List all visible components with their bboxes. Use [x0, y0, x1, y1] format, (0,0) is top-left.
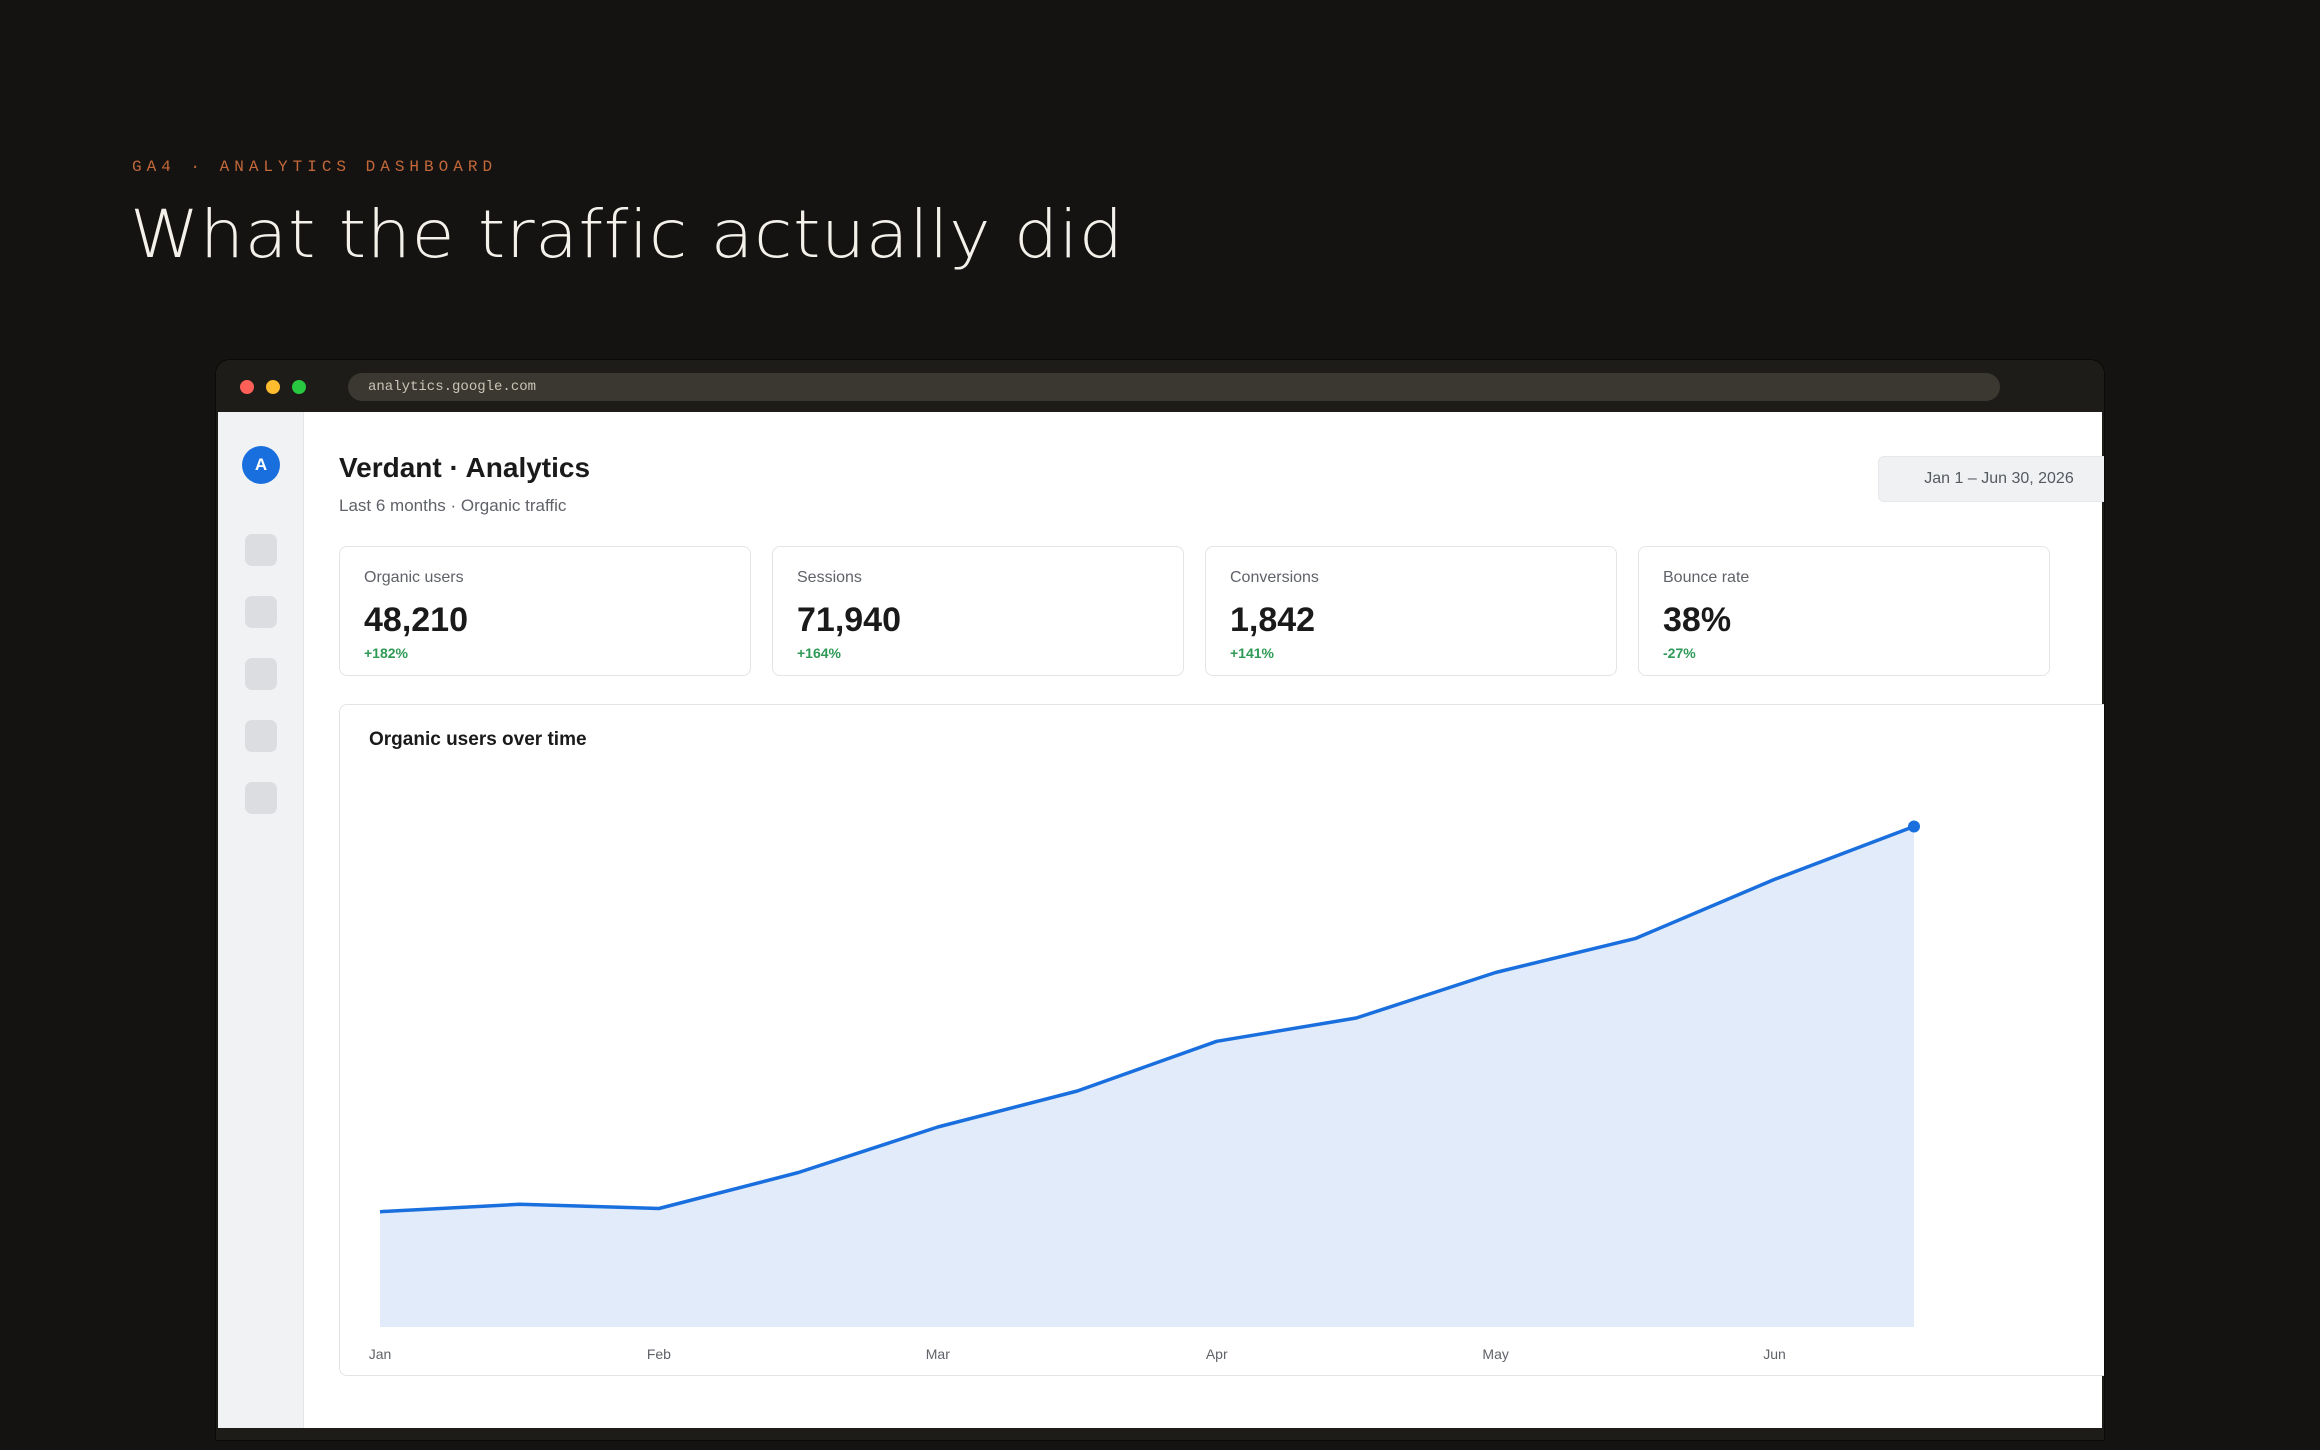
- page-title: Verdant · Analytics: [339, 452, 591, 483]
- area-fill: [380, 826, 1914, 1327]
- sidebar-item-4[interactable]: [245, 720, 277, 752]
- browser-chrome: analytics.google.com: [216, 360, 2104, 412]
- kpi-value: 1,842: [1230, 601, 1316, 639]
- kpi-value: 48,210: [364, 601, 468, 639]
- sidebar-item-3[interactable]: [245, 658, 277, 690]
- x-tick-label: Apr: [1206, 1346, 1228, 1362]
- main-content: Verdant · Analytics Last 6 months · Orga…: [304, 412, 2104, 1428]
- page-subtitle: Last 6 months · Organic traffic: [339, 496, 567, 515]
- maximize-window-button[interactable]: [292, 380, 306, 394]
- sidebar: A: [218, 412, 304, 1428]
- kpi-delta: -27%: [1663, 645, 1696, 661]
- x-tick-label: Feb: [647, 1346, 671, 1362]
- kpi-label: Organic users: [364, 569, 464, 586]
- sidebar-item-2[interactable]: [245, 596, 277, 628]
- x-tick-label: May: [1482, 1346, 1508, 1362]
- kpi-delta: +182%: [364, 645, 408, 661]
- address-bar[interactable]: analytics.google.com: [348, 373, 2000, 401]
- kpi-card-organic-users[interactable]: Organic users 48,210 +182%: [339, 546, 751, 676]
- chart-card: Organic users over time Jan Feb Mar Apr May J…: [339, 704, 2104, 1376]
- organic-users-chart: Jan Feb Mar Apr May Jun: [369, 820, 1920, 1362]
- kpi-value: 38%: [1663, 601, 1732, 639]
- slide: GA4 · ANALYTICS DASHBOARD What the traff…: [0, 0, 2320, 1450]
- kpi-label: Conversions: [1230, 569, 1319, 586]
- kpi-label: Sessions: [797, 569, 862, 586]
- kpi-value: 71,940: [797, 601, 901, 639]
- sidebar-item-1[interactable]: [245, 534, 277, 566]
- kpi-card-sessions[interactable]: Sessions 71,940 +164%: [772, 546, 1184, 676]
- x-tick-label: Mar: [926, 1346, 950, 1362]
- eyebrow-label: GA4 · ANALYTICS DASHBOARD: [132, 158, 498, 176]
- analytics-app: A Verdant · Analytics Last 6 months · Or…: [218, 412, 2104, 1428]
- kpi-delta: +164%: [797, 645, 841, 661]
- browser-window: analytics.google.com A Verdant · Analyti…: [216, 360, 2104, 1440]
- x-tick-label: Jan: [369, 1346, 392, 1362]
- close-window-button[interactable]: [240, 380, 254, 394]
- data-point: [1908, 820, 1920, 833]
- kpi-card-conversions[interactable]: Conversions 1,842 +141%: [1205, 546, 1617, 676]
- avatar[interactable]: A: [242, 446, 280, 484]
- kpi-card-bounce-rate[interactable]: Bounce rate 38% -27%: [1638, 546, 2050, 676]
- x-tick-label: Jun: [1763, 1346, 1786, 1362]
- minimize-window-button[interactable]: [266, 380, 280, 394]
- headline: What the traffic actually did: [130, 196, 1124, 273]
- date-range-button[interactable]: Jan 1 – Jun 30, 2026: [1878, 456, 2104, 502]
- sidebar-item-5[interactable]: [245, 782, 277, 814]
- kpi-delta: +141%: [1230, 645, 1274, 661]
- kpi-label: Bounce rate: [1663, 569, 1750, 586]
